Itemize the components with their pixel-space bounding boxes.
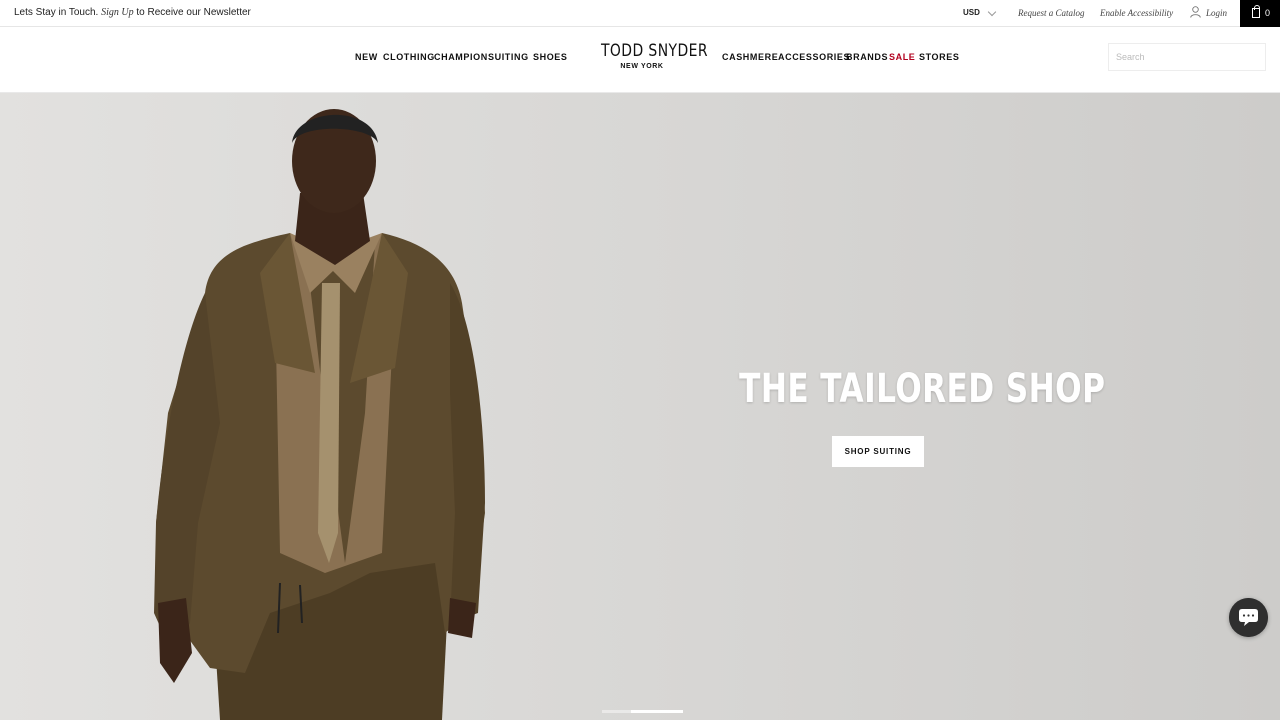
nav-brands[interactable]: BRANDS <box>846 52 888 62</box>
newsletter-prompt: Lets Stay in Touch. Sign Up to Receive o… <box>14 7 251 18</box>
chevron-down-icon[interactable] <box>987 7 997 17</box>
user-icon[interactable] <box>1190 6 1201 18</box>
currency-selector[interactable]: USD <box>963 8 980 17</box>
nav-stores[interactable]: STORES <box>919 52 959 62</box>
nav-sale[interactable]: SALE <box>889 52 915 62</box>
newsletter-signup-link[interactable]: Sign Up <box>101 7 134 18</box>
nav-new[interactable]: NEW <box>355 52 378 62</box>
request-catalog-link[interactable]: Request a Catalog <box>1018 8 1085 18</box>
slideshow-progress-indicator[interactable] <box>631 710 683 713</box>
hero-title: THE TAILORED SHOP <box>739 366 1106 412</box>
newsletter-suffix: to Receive our Newsletter <box>136 7 251 18</box>
hero-banner[interactable]: THE TAILORED SHOP SHOP SUITING <box>0 93 1280 720</box>
shopping-bag-icon <box>1252 5 1260 18</box>
hero-model-image <box>154 109 485 720</box>
chat-icon[interactable] <box>1229 598 1268 637</box>
cart-count: 0 <box>1265 8 1271 18</box>
nav-cashmere[interactable]: CASHMERE <box>722 52 778 62</box>
login-link[interactable]: Login <box>1206 8 1227 18</box>
utility-bar: Lets Stay in Touch. Sign Up to Receive o… <box>0 0 1280 27</box>
nav-champion[interactable]: CHAMPION <box>434 52 488 62</box>
logo-wordmark: TODD SNYDER <box>601 41 708 61</box>
nav-accessories[interactable]: ACCESSORIES <box>778 52 850 62</box>
logo-city: NEW YORK <box>620 63 664 70</box>
newsletter-prefix: Lets Stay in Touch. <box>14 7 99 18</box>
cart-button[interactable]: 0 <box>1240 0 1280 27</box>
shop-suiting-button[interactable]: SHOP SUITING <box>832 436 924 467</box>
nav-clothing[interactable]: CLOTHING <box>383 52 435 62</box>
search-input[interactable] <box>1108 43 1266 71</box>
main-header: NEW CLOTHING CHAMPION SUITING SHOES TODD… <box>0 27 1280 93</box>
nav-suiting[interactable]: SUITING <box>488 52 529 62</box>
nav-shoes[interactable]: SHOES <box>533 52 568 62</box>
brand-logo[interactable]: TODD SNYDER NEW YORK <box>592 41 708 70</box>
enable-accessibility-link[interactable]: Enable Accessibility <box>1100 8 1173 18</box>
